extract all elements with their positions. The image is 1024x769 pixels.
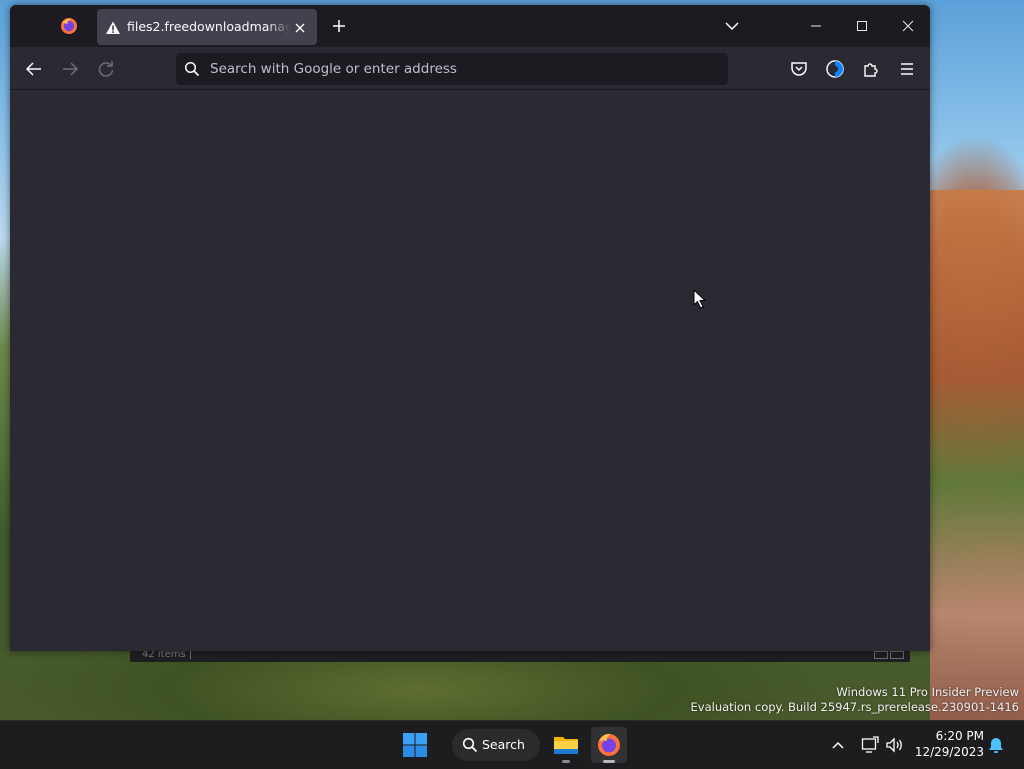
- network-icon[interactable]: [860, 735, 880, 755]
- search-icon: [462, 737, 478, 753]
- tab-title: files2.freedownloadmanager.org: [127, 19, 291, 34]
- hamburger-menu-icon[interactable]: [896, 58, 918, 80]
- active-indicator: [603, 760, 615, 763]
- pocket-icon[interactable]: [788, 58, 810, 80]
- taskbar: Search 6:20 PM 12/29/2023: [0, 720, 1024, 769]
- warning-triangle-icon: [105, 20, 121, 36]
- address-bar[interactable]: [176, 53, 728, 85]
- mouse-cursor-icon: [693, 288, 707, 309]
- firefox-icon[interactable]: [591, 727, 627, 763]
- list-all-tabs-icon[interactable]: [724, 18, 740, 34]
- windows-start-icon[interactable]: [400, 730, 430, 760]
- notification-bell-icon[interactable]: [986, 735, 1006, 755]
- reload-icon[interactable]: [92, 56, 120, 82]
- clock-time: 6:20 PM: [935, 729, 984, 743]
- firefox-window: files2.freedownloadmanager.org: [10, 5, 930, 651]
- view-toggle-icons[interactable]: [872, 650, 906, 660]
- taskbar-search-button[interactable]: Search: [452, 729, 540, 761]
- extensions-icon[interactable]: [860, 58, 882, 80]
- page-content-area[interactable]: [10, 89, 930, 651]
- chevron-up-icon[interactable]: [828, 735, 848, 755]
- watermark-line-2: Evaluation copy. Build 25947.rs_prerelea…: [690, 700, 1019, 714]
- url-input[interactable]: [210, 53, 710, 85]
- close-window-icon[interactable]: [896, 15, 920, 37]
- tab-active[interactable]: files2.freedownloadmanager.org: [97, 9, 317, 45]
- maximize-icon[interactable]: [850, 15, 874, 37]
- navigation-toolbar: [10, 47, 930, 89]
- volume-icon[interactable]: [884, 735, 904, 755]
- account-icon[interactable]: [824, 58, 846, 80]
- firefox-view-icon[interactable]: [60, 17, 78, 35]
- windows-watermark: Windows 11 Pro Insider Preview Evaluatio…: [691, 685, 1019, 715]
- running-indicator: [562, 760, 570, 763]
- wallpaper-cliff: [930, 190, 1024, 720]
- tab-bar: files2.freedownloadmanager.org: [10, 5, 930, 47]
- close-icon[interactable]: [293, 20, 307, 34]
- watermark-line-1: Windows 11 Pro Insider Preview: [836, 685, 1019, 699]
- forward-arrow-icon[interactable]: [56, 56, 84, 82]
- system-clock[interactable]: 6:20 PM 12/29/2023: [914, 728, 984, 760]
- search-icon: [184, 61, 200, 77]
- new-tab-icon[interactable]: [330, 17, 348, 35]
- back-arrow-icon[interactable]: [20, 56, 48, 82]
- clock-date: 12/29/2023: [914, 745, 984, 759]
- taskbar-search-label: Search: [482, 737, 525, 752]
- minimize-icon[interactable]: [804, 15, 828, 37]
- file-explorer-icon[interactable]: [548, 727, 584, 763]
